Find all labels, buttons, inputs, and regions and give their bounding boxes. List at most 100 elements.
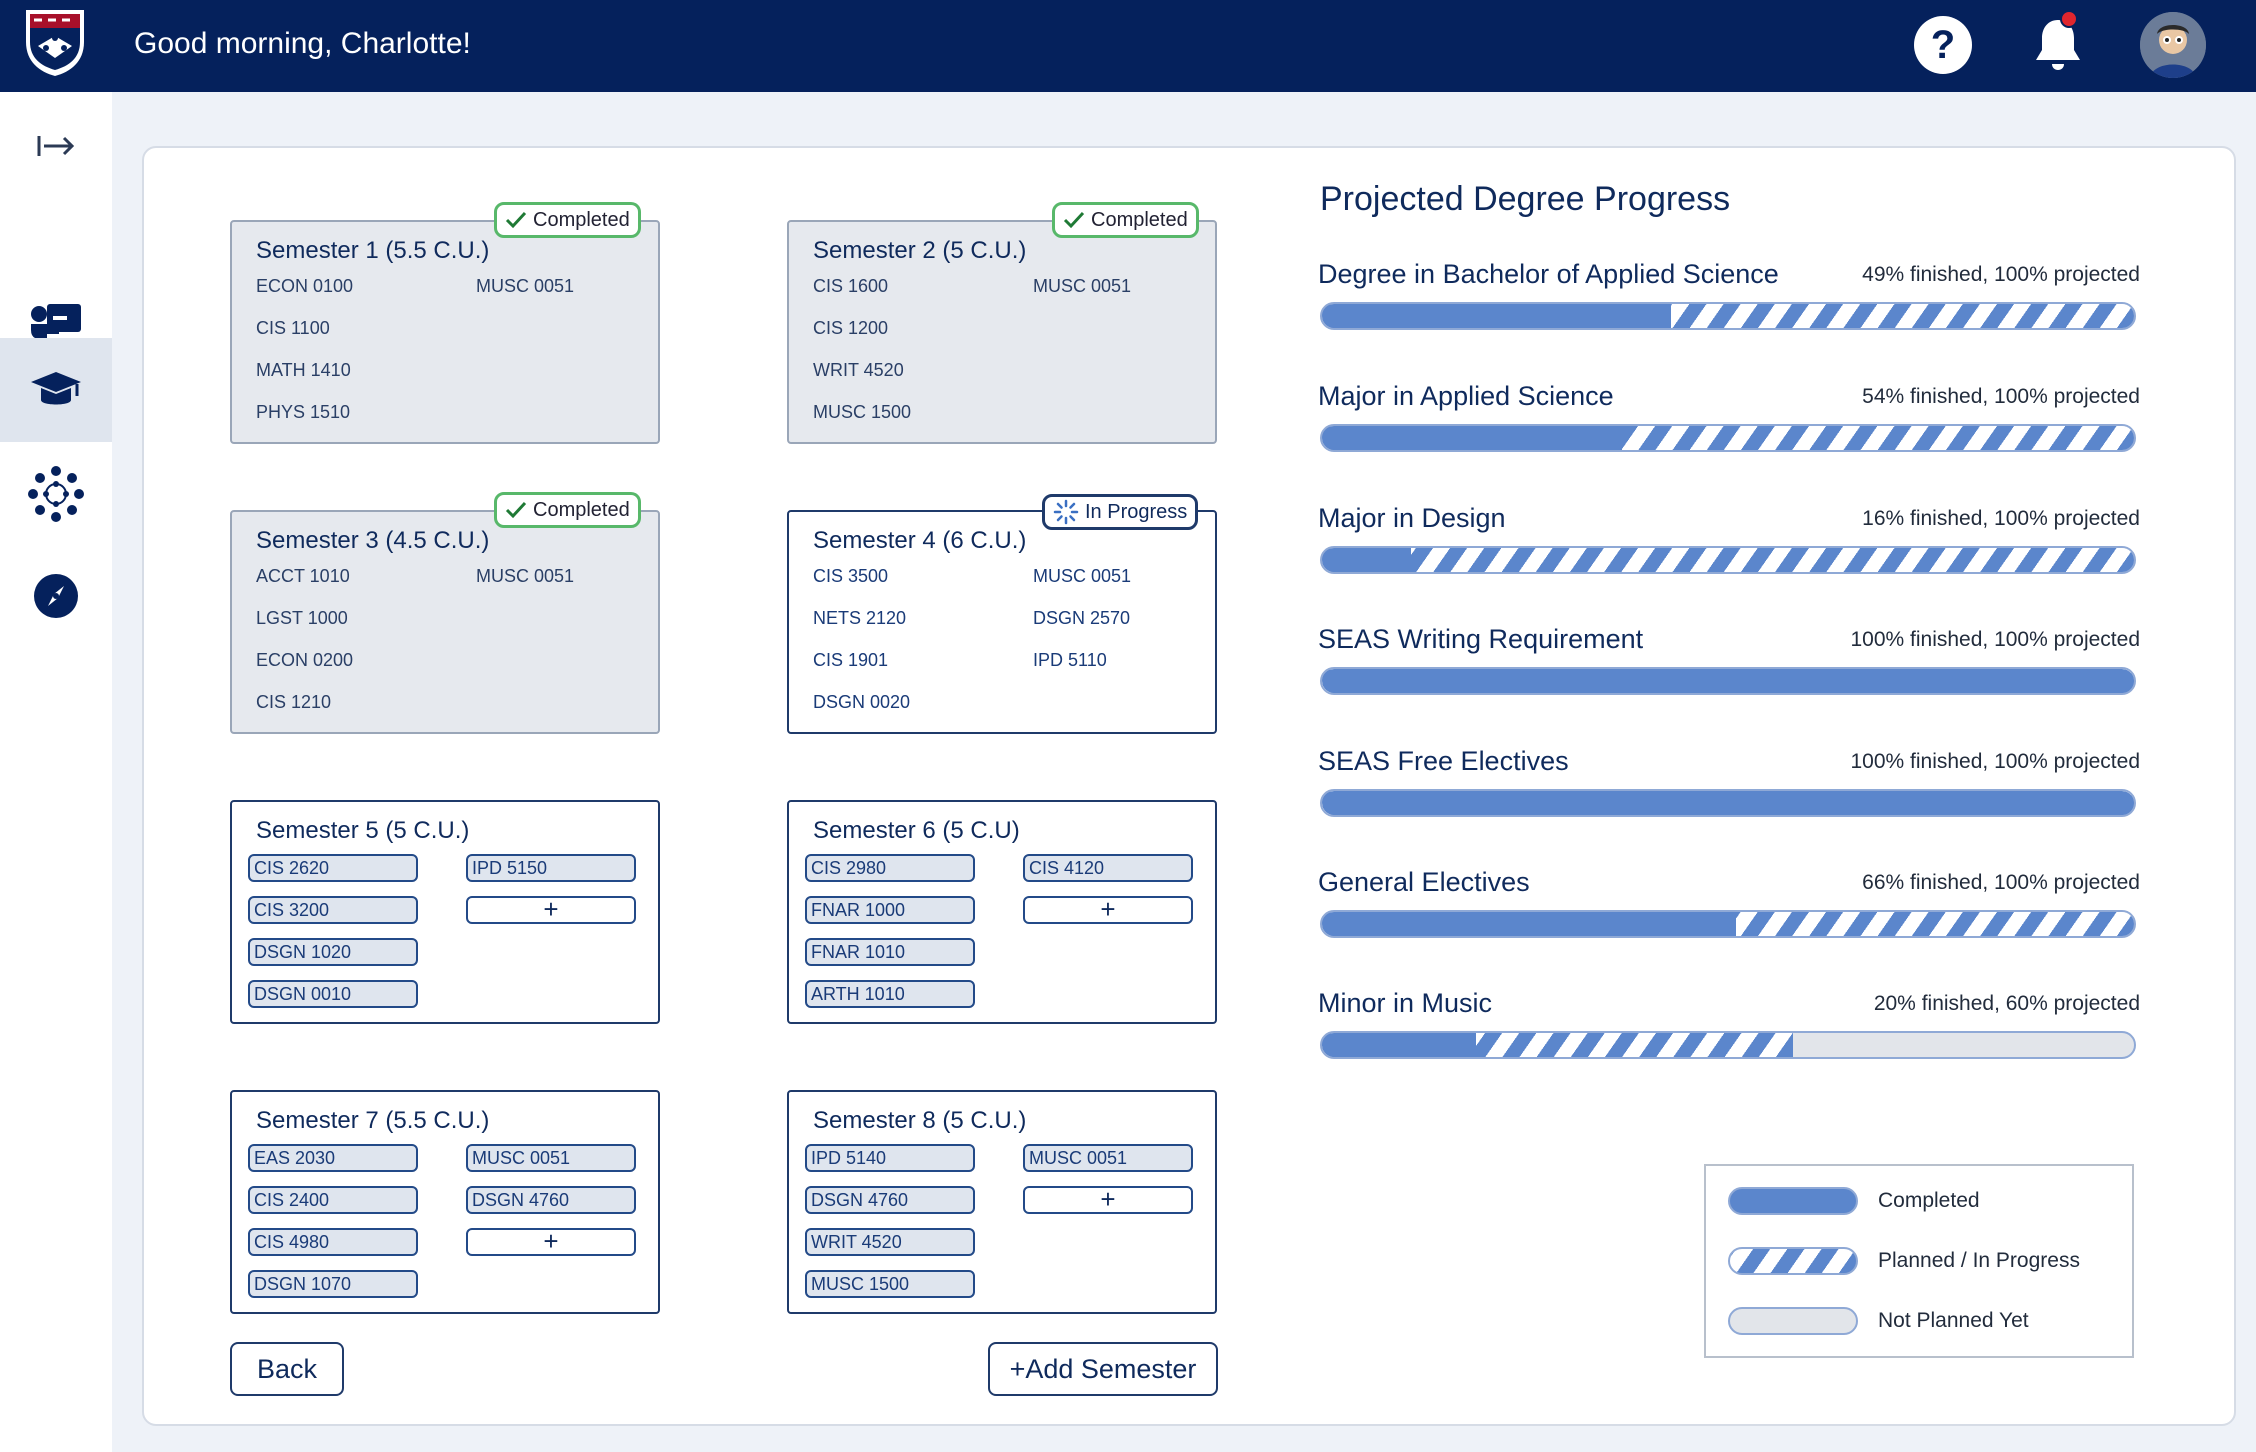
semester-title: Semester 7 (5.5 C.U.) <box>256 1107 490 1134</box>
semester-title: Semester 4 (6 C.U.) <box>813 527 1027 554</box>
progress-row-minor-music: Minor in Music 20% finished, 60% project… <box>1318 987 2140 1067</box>
add-semester-button[interactable]: +Add Semester <box>988 1342 1218 1396</box>
add-course-button[interactable]: + <box>466 1228 636 1256</box>
semester-card-3[interactable]: Semester 3 (4.5 C.U.) ACCT 1010 LGST 100… <box>230 510 660 734</box>
progress-legend: Completed Planned / In Progress Not Plan… <box>1704 1164 2134 1358</box>
course-chip[interactable]: CIS 4120 <box>1023 854 1193 882</box>
progress-label: SEAS Writing Requirement <box>1318 624 1644 654</box>
help-button[interactable]: ? <box>1914 16 1972 74</box>
completed-badge: Completed <box>494 202 641 238</box>
course-chip[interactable]: MUSC 0051 <box>1023 1144 1193 1172</box>
course-item: CIS 1901 <box>813 650 889 670</box>
course-chip[interactable]: ARTH 1010 <box>805 980 975 1008</box>
add-course-button[interactable]: + <box>466 896 636 924</box>
progress-row-writing-requirement: SEAS Writing Requirement 100% finished, … <box>1318 623 2140 703</box>
course-list: ACCT 1010 LGST 1000 ECON 0200 CIS 1210 M… <box>256 564 656 732</box>
course-chip[interactable]: MUSC 0051 <box>466 1144 636 1172</box>
progress-bar <box>1320 910 2136 938</box>
progress-stat: 49% finished, 100% projected <box>1862 263 2140 286</box>
checkmark-icon <box>1063 211 1085 229</box>
semester-card-8[interactable]: Semester 8 (5 C.U.) IPD 5140 DSGN 4760 W… <box>787 1090 1217 1314</box>
course-item: MUSC 0051 <box>1033 566 1132 586</box>
sidebar-item-expand[interactable] <box>0 94 112 198</box>
course-chip[interactable]: IPD 5140 <box>805 1144 975 1172</box>
add-course-button[interactable]: + <box>1023 896 1193 924</box>
compass-icon <box>34 574 78 618</box>
checkmark-icon <box>505 501 527 519</box>
canvas-icon <box>28 466 84 522</box>
progress-stat: 100% finished, 100% projected <box>1850 628 2140 651</box>
back-button[interactable]: Back <box>230 1342 344 1396</box>
add-course-button[interactable]: + <box>1023 1186 1193 1214</box>
course-item: CIS 1600 <box>813 276 889 296</box>
semester-title: Semester 1 (5.5 C.U.) <box>256 237 490 264</box>
progress-row-free-electives: SEAS Free Electives 100% finished, 100% … <box>1318 745 2140 825</box>
course-item: CIS 3500 <box>813 566 889 586</box>
progress-row-general-electives: General Electives 66% finished, 100% pro… <box>1318 866 2140 946</box>
course-chip[interactable]: CIS 2980 <box>805 854 975 882</box>
course-chip[interactable]: FNAR 1010 <box>805 938 975 966</box>
top-bar: Good morning, Charlotte! ? <box>0 0 2256 92</box>
course-chip[interactable]: DSGN 4760 <box>805 1186 975 1214</box>
course-item: CIS 1210 <box>256 692 332 712</box>
legend-swatch-completed <box>1728 1187 1858 1215</box>
course-chip[interactable]: CIS 4980 <box>248 1228 418 1256</box>
course-chip[interactable]: DSGN 1070 <box>248 1270 418 1298</box>
course-chip[interactable]: CIS 2400 <box>248 1186 418 1214</box>
course-chip[interactable]: EAS 2030 <box>248 1144 418 1172</box>
semester-card-1[interactable]: Semester 1 (5.5 C.U.) ECON 0100 CIS 1100… <box>230 220 660 444</box>
user-avatar[interactable] <box>2140 12 2206 78</box>
course-chip[interactable]: DSGN 0010 <box>248 980 418 1008</box>
university-shield-logo <box>24 8 86 78</box>
notifications-button[interactable] <box>2026 12 2090 76</box>
course-chip[interactable]: CIS 2620 <box>248 854 418 882</box>
course-chip-list: CIS 2620 CIS 3200 DSGN 1020 DSGN 0010 IP… <box>248 854 636 1008</box>
sidebar-item-explore[interactable] <box>0 544 112 648</box>
progress-stat: 20% finished, 60% projected <box>1873 992 2140 1015</box>
legend-item-completed: Completed <box>1728 1186 1980 1216</box>
course-item: MUSC 0051 <box>476 276 575 296</box>
progress-stat: 54% finished, 100% projected <box>1862 385 2140 408</box>
semester-card-4[interactable]: Semester 4 (6 C.U.) CIS 3500 NETS 2120 C… <box>787 510 1217 734</box>
progress-bar <box>1320 546 2136 574</box>
semester-card-2[interactable]: Semester 2 (5 C.U.) CIS 1600 CIS 1200 WR… <box>787 220 1217 444</box>
course-item: LGST 1000 <box>256 608 348 628</box>
progress-title: Projected Degree Progress <box>1320 180 1731 218</box>
legend-swatch-not-planned <box>1728 1307 1858 1335</box>
completed-badge: Completed <box>494 492 641 528</box>
sidebar-item-degree-plan[interactable] <box>0 338 112 442</box>
course-item: WRIT 4520 <box>813 360 904 380</box>
progress-label: SEAS Free Electives <box>1318 746 1569 776</box>
course-chip[interactable]: IPD 5150 <box>466 854 636 882</box>
semester-title: Semester 3 (4.5 C.U.) <box>256 527 490 554</box>
bell-icon <box>2036 20 2080 70</box>
course-chip[interactable]: DSGN 1020 <box>248 938 418 966</box>
course-chip[interactable]: CIS 3200 <box>248 896 418 924</box>
notification-badge <box>2060 10 2078 28</box>
progress-stat: 16% finished, 100% projected <box>1862 507 2140 530</box>
semester-card-7[interactable]: Semester 7 (5.5 C.U.) EAS 2030 CIS 2400 … <box>230 1090 660 1314</box>
course-item: ACCT 1010 <box>256 566 350 586</box>
semester-title: Semester 5 (5 C.U.) <box>256 817 470 844</box>
graduation-cap-icon <box>31 372 81 405</box>
progress-bar <box>1320 424 2136 452</box>
course-list: CIS 1600 CIS 1200 WRIT 4520 MUSC 1500 MU… <box>813 274 1213 442</box>
course-chip[interactable]: DSGN 4760 <box>466 1186 636 1214</box>
semester-card-5[interactable]: Semester 5 (5 C.U.) CIS 2620 CIS 3200 DS… <box>230 800 660 1024</box>
course-chip[interactable]: MUSC 1500 <box>805 1270 975 1298</box>
course-chip[interactable]: FNAR 1000 <box>805 896 975 924</box>
progress-bar <box>1320 302 2136 330</box>
sidebar-item-canvas[interactable] <box>0 442 112 546</box>
course-chip-list: IPD 5140 DSGN 4760 WRIT 4520 MUSC 1500 M… <box>805 1144 1193 1298</box>
checkmark-icon <box>505 211 527 229</box>
course-item: CIS 1100 <box>256 318 330 338</box>
progress-label: Major in Design <box>1318 503 1506 533</box>
semester-card-6[interactable]: Semester 6 (5 C.U) CIS 2980 FNAR 1000 FN… <box>787 800 1217 1024</box>
course-item: ECON 0200 <box>256 650 354 670</box>
course-list: ECON 0100 CIS 1100 MATH 1410 PHYS 1510 M… <box>256 274 656 442</box>
course-item: NETS 2120 <box>813 608 907 628</box>
progress-row-major-design: Major in Design 16% finished, 100% proje… <box>1318 502 2140 582</box>
course-item: DSGN 0020 <box>813 692 911 712</box>
course-chip[interactable]: WRIT 4520 <box>805 1228 975 1256</box>
progress-label: Major in Applied Science <box>1318 381 1614 411</box>
